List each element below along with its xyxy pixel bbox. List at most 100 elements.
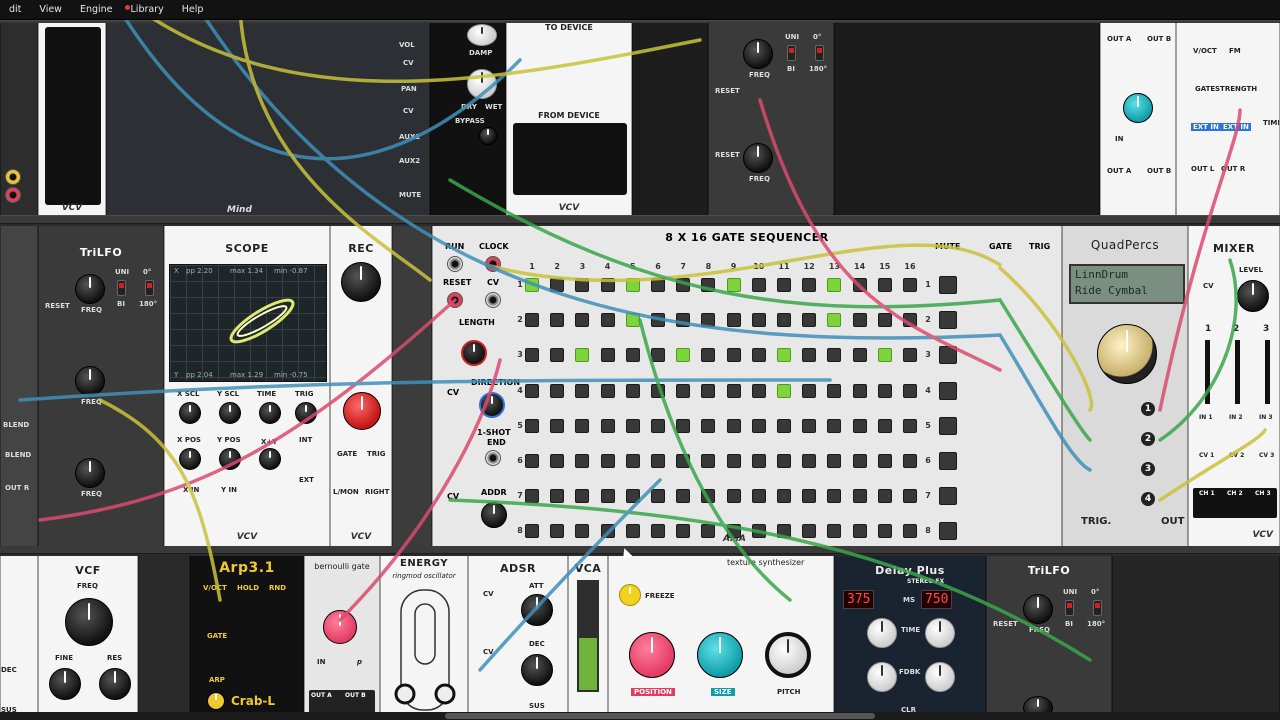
row-mute-button[interactable] xyxy=(939,452,957,470)
step-button[interactable] xyxy=(701,524,716,539)
module-partial-left-mid[interactable]: BLEND BLEND OUT R xyxy=(0,226,38,546)
step-button[interactable] xyxy=(701,278,716,292)
step-button[interactable] xyxy=(802,383,817,398)
freeze-button[interactable] xyxy=(619,584,641,606)
step-button[interactable] xyxy=(877,454,892,468)
step-button[interactable] xyxy=(525,313,539,328)
module-quad-vca[interactable]: OUT A OUT B IN OUT A OUT B xyxy=(1100,23,1176,215)
step-button[interactable] xyxy=(802,418,817,433)
step-button[interactable] xyxy=(575,418,590,433)
module-adsr[interactable]: ADSR ATT CV DEC CV SUS xyxy=(468,556,568,720)
step-button[interactable] xyxy=(751,418,766,433)
module-audio-interface[interactable]: TO DEVICE FROM DEVICE VCV xyxy=(506,23,632,215)
module-vcf[interactable]: VCF FREQ FINE RES xyxy=(38,556,138,720)
module-trilfo[interactable]: TriLFO RESET FREQ UNI BI 0° 180° FREQ FR… xyxy=(38,226,164,546)
step-button[interactable] xyxy=(877,313,892,328)
size-knob[interactable] xyxy=(697,632,743,678)
step-button[interactable] xyxy=(701,418,716,433)
step-button[interactable] xyxy=(852,454,867,468)
menu-engine[interactable]: Engine xyxy=(71,0,122,20)
step-button[interactable] xyxy=(525,489,539,504)
step-button[interactable] xyxy=(852,383,867,398)
step-button[interactable] xyxy=(726,383,741,398)
step-button[interactable] xyxy=(877,418,892,433)
step-button[interactable] xyxy=(827,313,842,328)
step-button[interactable] xyxy=(575,278,590,292)
step-button[interactable] xyxy=(600,524,615,539)
step-button[interactable] xyxy=(777,418,791,433)
fader-1[interactable] xyxy=(1205,340,1210,404)
module-arp[interactable]: Arp3.1 V/OCT HOLD RND GATE ARP Crab-L xyxy=(190,556,304,720)
row-mute-button[interactable] xyxy=(939,381,957,400)
module-quad-vco[interactable]: V/OCT FM GATE STRENGTH EXT IN EXT IN OUT… xyxy=(1176,23,1280,215)
step-button[interactable] xyxy=(903,348,917,363)
reset-jack[interactable] xyxy=(447,292,463,308)
step-button[interactable] xyxy=(802,524,817,539)
module-mixer[interactable]: MIXER LEVEL CV 1 2 3 IN 1 IN 2 IN 3 CV 1… xyxy=(1188,226,1280,546)
step-button[interactable] xyxy=(903,383,917,398)
step-button[interactable] xyxy=(777,313,791,328)
step-button[interactable] xyxy=(802,278,817,292)
step-button[interactable] xyxy=(625,313,640,328)
damp-knob[interactable] xyxy=(467,24,497,46)
y-scale-knob[interactable] xyxy=(219,402,241,424)
freq-knob[interactable] xyxy=(75,274,105,304)
step-button[interactable] xyxy=(777,454,791,468)
freq-knob-2[interactable] xyxy=(75,366,105,396)
module-texture-synth[interactable]: texture synthesizer FREEZE POSITION SIZE… xyxy=(608,556,834,720)
row-mute-button[interactable] xyxy=(939,487,957,506)
step-button[interactable] xyxy=(525,348,539,363)
step-button[interactable] xyxy=(651,418,665,433)
step-button[interactable] xyxy=(701,383,716,398)
rec-level-knob[interactable] xyxy=(341,262,381,302)
row-mute-button[interactable] xyxy=(939,311,957,330)
step-button[interactable] xyxy=(751,313,766,328)
y-pos-knob[interactable] xyxy=(219,448,241,470)
menu-library[interactable]: Library xyxy=(122,0,173,20)
step-button[interactable] xyxy=(676,489,691,504)
freq-knob-3[interactable] xyxy=(75,458,105,488)
module-vca[interactable]: VCA xyxy=(568,556,608,720)
step-button[interactable] xyxy=(676,418,691,433)
time-knob[interactable] xyxy=(259,402,281,424)
step-button[interactable] xyxy=(575,348,590,363)
fader-3[interactable] xyxy=(1265,340,1270,404)
bypass-button[interactable] xyxy=(479,127,497,145)
step-button[interactable] xyxy=(701,348,716,363)
step-button[interactable] xyxy=(877,383,892,398)
module-bernoulli-gate[interactable]: bernoulli gate IN p OUT A OUT B xyxy=(304,556,380,720)
step-button[interactable] xyxy=(676,348,691,363)
row-mute-button[interactable] xyxy=(939,276,957,294)
level-knob[interactable] xyxy=(1123,93,1153,123)
master-level-knob[interactable] xyxy=(1237,280,1269,312)
step-button[interactable] xyxy=(651,524,665,539)
step-button[interactable] xyxy=(726,348,741,363)
time-knob-right[interactable] xyxy=(925,618,955,648)
module-partial-left-bottom[interactable]: DEC SUS xyxy=(0,556,38,720)
direction-knob[interactable] xyxy=(479,392,505,418)
step-button[interactable] xyxy=(802,348,817,363)
trig-knob[interactable] xyxy=(295,402,317,424)
fdbk-knob-right[interactable] xyxy=(925,662,955,692)
jack[interactable] xyxy=(5,169,21,185)
module-scope[interactable]: SCOPE X pp 2.20 max 1.34 min -0.87 Y pp … xyxy=(164,226,330,546)
x-scale-knob[interactable] xyxy=(179,402,201,424)
step-button[interactable] xyxy=(600,383,615,398)
end-jack[interactable] xyxy=(485,450,501,466)
step-button[interactable] xyxy=(852,418,867,433)
freq-knob[interactable] xyxy=(65,598,113,646)
step-button[interactable] xyxy=(726,278,741,292)
step-button[interactable] xyxy=(827,418,842,433)
step-button[interactable] xyxy=(625,348,640,363)
step-button[interactable] xyxy=(777,489,791,504)
step-button[interactable] xyxy=(827,454,842,468)
step-button[interactable] xyxy=(827,524,842,539)
step-button[interactable] xyxy=(852,524,867,539)
fader-2[interactable] xyxy=(1235,340,1240,404)
step-button[interactable] xyxy=(751,278,766,292)
cv-jack[interactable] xyxy=(485,292,501,308)
step-button[interactable] xyxy=(550,418,565,433)
step-button[interactable] xyxy=(877,489,892,504)
module-mixer-mind[interactable]: VOL CV PAN CV AUX1 AUX2 MUTE Mind xyxy=(106,23,430,215)
pitch-knob[interactable] xyxy=(765,632,811,678)
